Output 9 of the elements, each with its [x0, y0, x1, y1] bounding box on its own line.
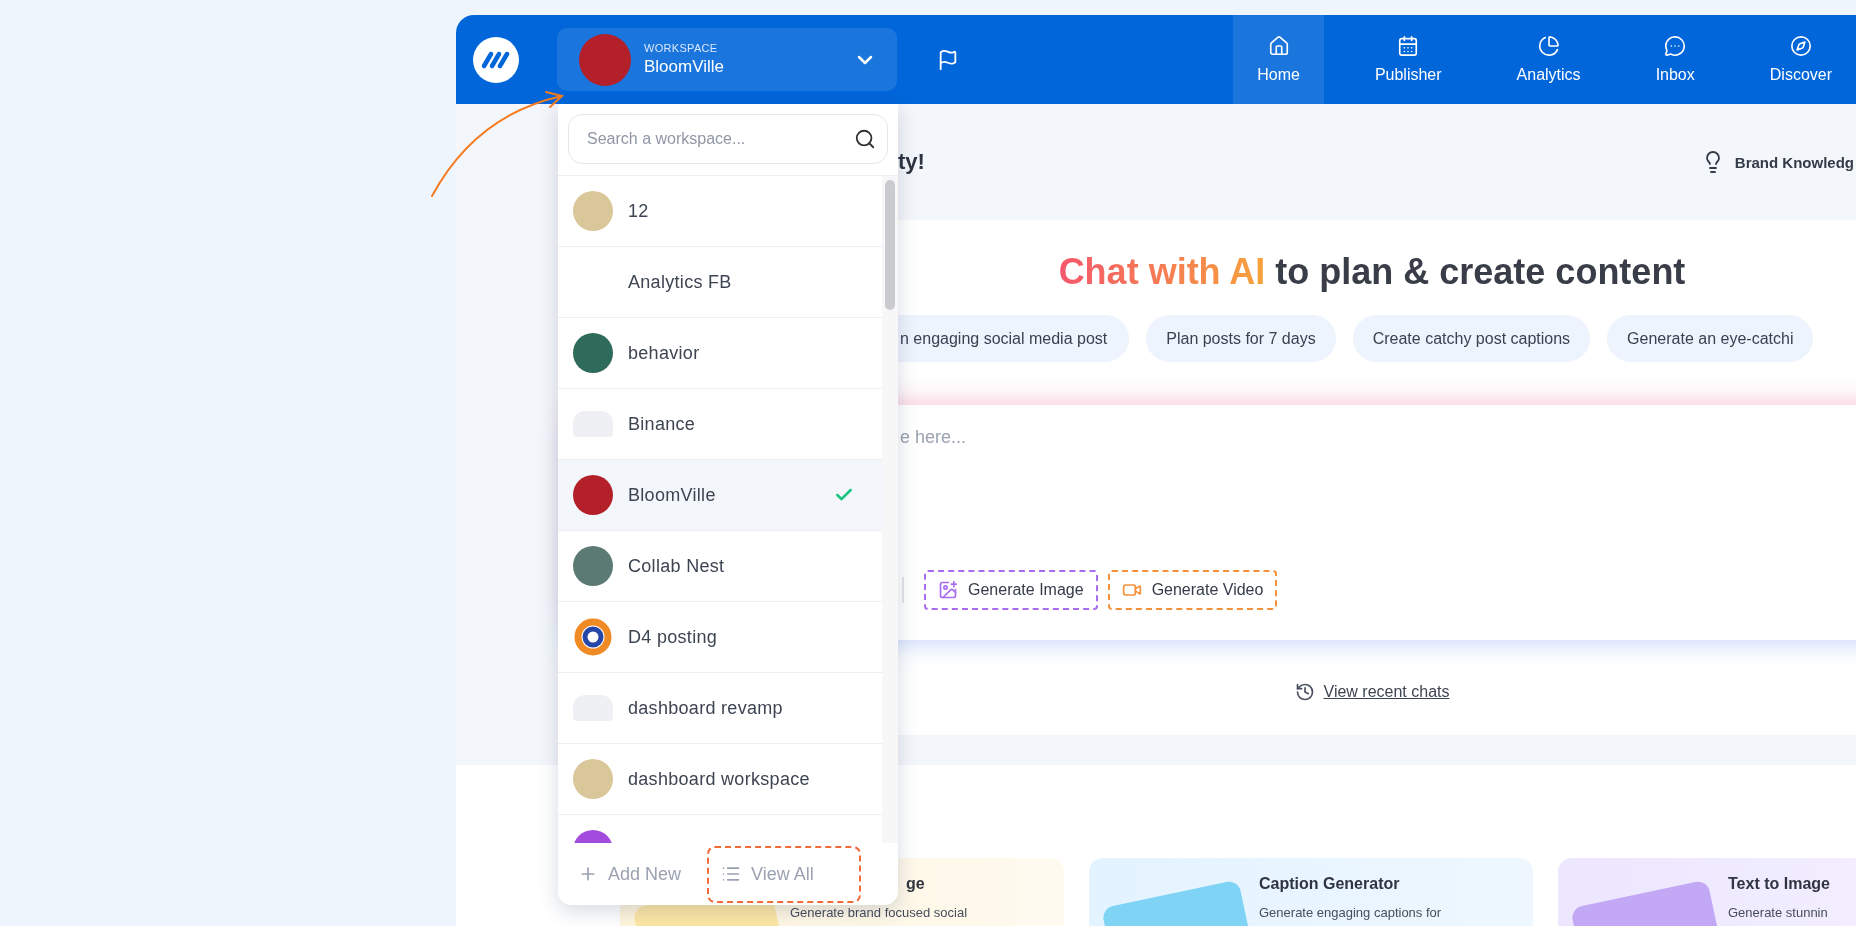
tool-description: Generate stunnin: [1728, 905, 1829, 920]
tool-title: Text to Image: [1728, 874, 1830, 894]
tool-description: Generate engaging captions for: [1259, 905, 1442, 920]
tool-title: ge: [906, 874, 925, 894]
workspace-label: WORKSPACE: [644, 42, 719, 54]
tool-description: Generate brand focused social: [790, 905, 968, 920]
greeting-heading: ty!: [898, 149, 925, 175]
tool-title: Caption Generator: [1259, 874, 1400, 894]
workspace-name: BloomVille: [644, 57, 725, 77]
